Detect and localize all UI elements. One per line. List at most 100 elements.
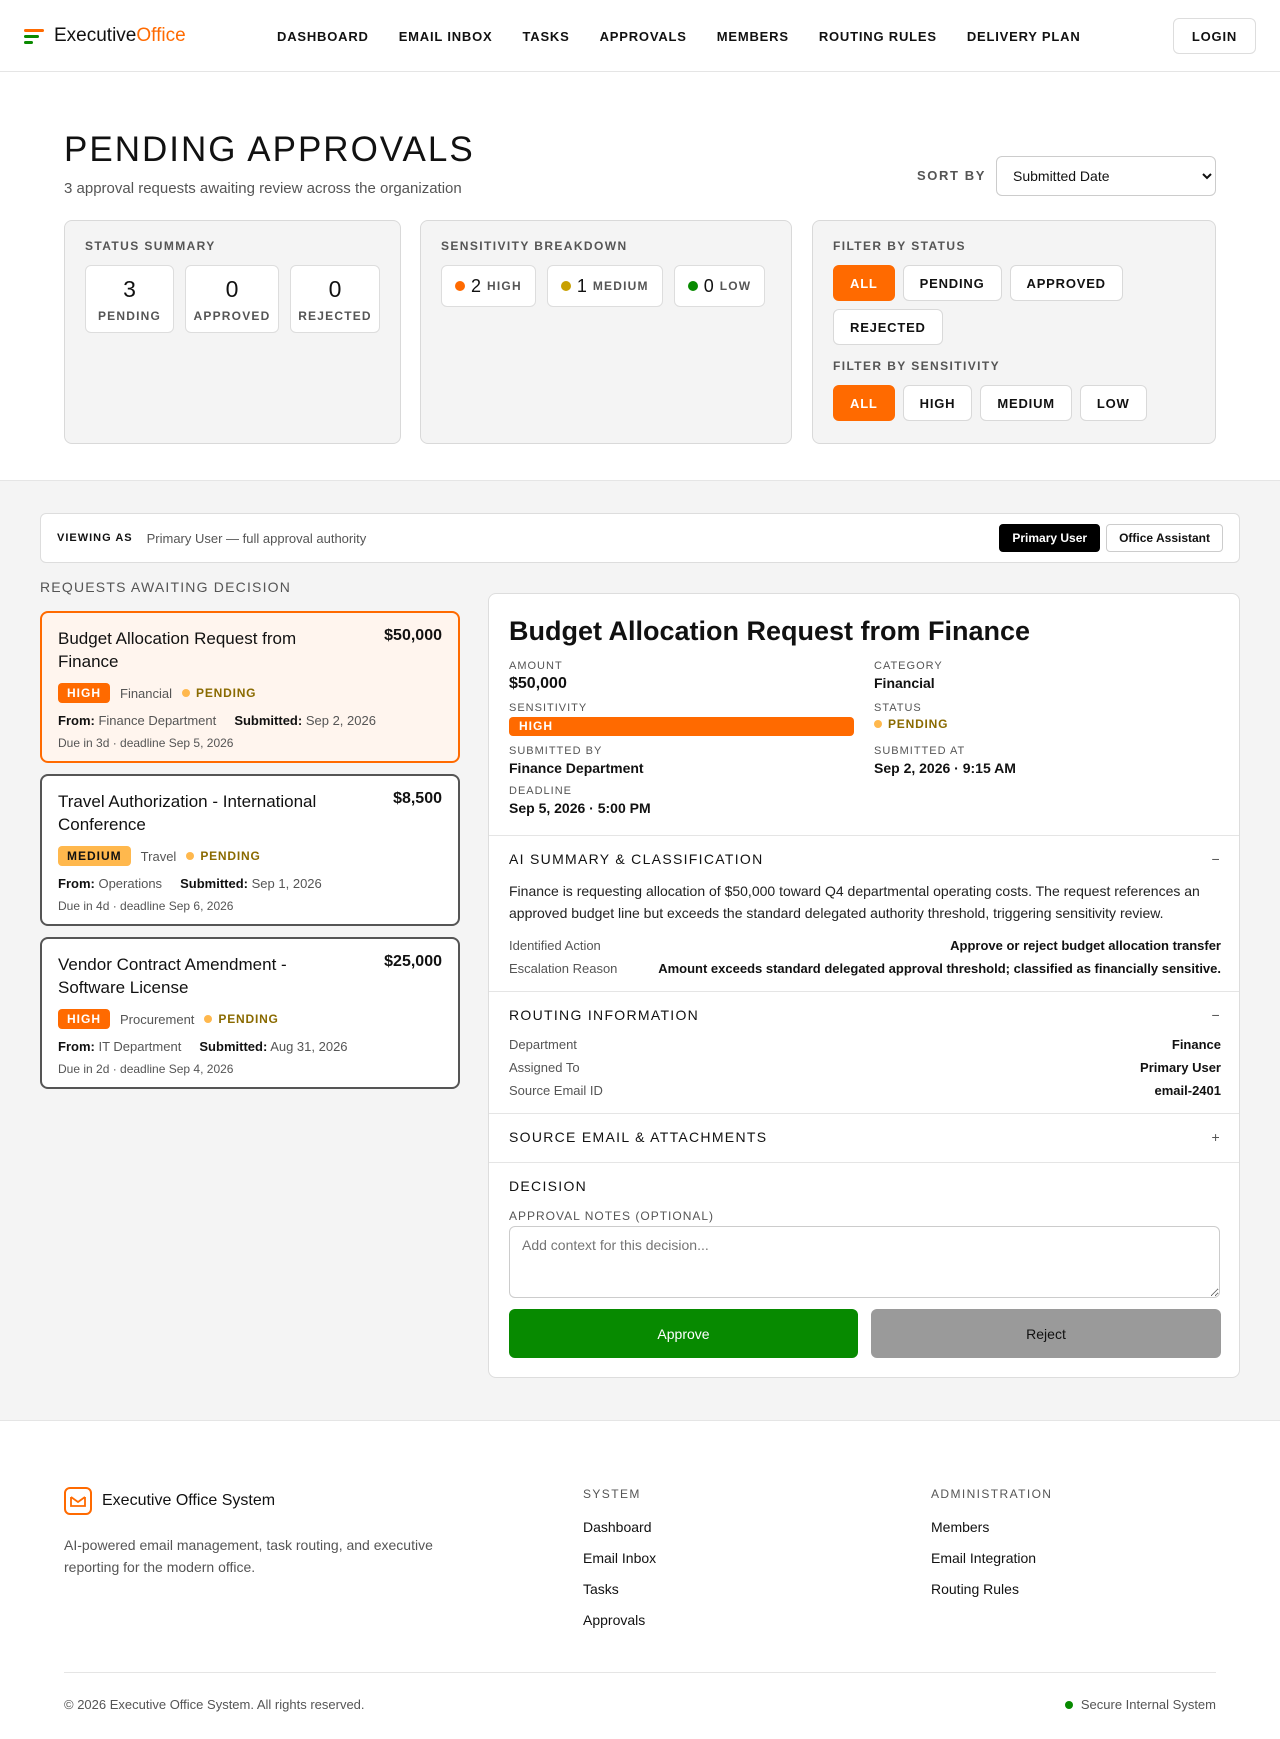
request-title: Budget Allocation Request from Finance [58,629,297,671]
filter-status-approved[interactable]: APPROVED [1009,265,1123,301]
sort-label: SORT BY [917,168,986,183]
stat-rejected: 0 REJECTED [290,265,380,333]
filter-status-title: FILTER BY STATUS [833,239,966,253]
status-badge: PENDING [874,717,948,731]
sort-select[interactable]: Submitted Date [996,156,1216,196]
request-detail-panel: Budget Allocation Request from Finance A… [488,593,1240,1378]
nav-routing-rules[interactable]: ROUTING RULES [819,29,937,44]
detail-category: CATEGORY Financial [874,660,943,691]
request-meta: From: IT Department Submitted: Aug 31, 2… [58,1039,348,1054]
identified-action-row: Identified Action Approve or reject budge… [509,938,1221,953]
sensitivity-low-label: LOW [719,279,752,293]
role-primary-user-button[interactable]: Primary User [999,524,1101,552]
stat-pending-count: 3 [123,275,136,302]
request-amount: $50,000 [384,627,442,644]
sensitivity-breakdown-card: SENSITIVITY BREAKDOWN 2 HIGH 1 MEDIUM 0 … [420,220,792,444]
requests-list-title: REQUESTS AWAITING DECISION [40,579,292,595]
routing-email-row: Source Email ID email-2401 [509,1083,1221,1098]
source-email-section-toggle[interactable]: SOURCE EMAIL & ATTACHMENTS + [509,1129,1221,1145]
filter-sensitivity-all[interactable]: ALL [833,385,895,421]
low-dot-icon [687,281,698,291]
filter-status-pending[interactable]: PENDING [902,265,1002,301]
filter-status-all[interactable]: ALL [833,265,895,301]
reject-button[interactable]: Reject [871,1309,1221,1358]
approvals-workspace: VIEWING AS Primary User — full approval … [0,481,1280,1421]
footer-link-members[interactable]: Members [931,1519,1052,1535]
sensitivity-high: 2 HIGH [441,265,536,307]
request-category: Travel [140,848,177,864]
request-amount: $25,000 [384,953,442,970]
routing-section-toggle[interactable]: ROUTING INFORMATION − [509,1007,1221,1023]
collapse-icon[interactable]: − [1212,851,1221,867]
brand-name: ExecutiveOffice [54,24,186,46]
stat-approved-count: 0 [225,275,239,302]
request-meta: From: Finance Department Submitted: Sep … [58,713,376,728]
nav-dashboard[interactable]: DASHBOARD [277,29,369,44]
footer-link-routing-rules[interactable]: Routing Rules [931,1581,1052,1597]
footer-link-email-inbox[interactable]: Email Inbox [583,1550,656,1566]
sensitivity-low: 0 LOW [673,265,766,307]
footer-link-dashboard[interactable]: Dashboard [583,1519,656,1535]
status-summary-card: STATUS SUMMARY 3 PENDING 0 APPROVED 0 RE… [64,220,401,444]
request-meta: From: Operations Submitted: Sep 1, 2026 [58,876,322,891]
menu-lines-icon [24,28,44,44]
nav-email-inbox[interactable]: EMAIL INBOX [399,29,493,44]
brand-logo[interactable]: ExecutiveOffice [24,25,186,47]
detail-title: Budget Allocation Request from Finance [509,616,1031,646]
ai-summary-section-toggle[interactable]: AI SUMMARY & CLASSIFICATION − [509,851,1221,867]
nav-approvals[interactable]: APPROVALS [600,29,687,44]
status-dot-icon [204,1015,213,1023]
high-dot-icon [455,281,465,291]
footer-admin-links: ADMINISTRATION Members Email Integration… [931,1487,1052,1612]
footer-copyright: © 2026 Executive Office System. All righ… [64,1697,365,1712]
detail-status: STATUS PENDING [874,702,949,731]
status-dot-icon [1064,1700,1073,1709]
expand-icon[interactable]: + [1212,1129,1221,1145]
request-card[interactable]: Budget Allocation Request from Finance $… [40,611,460,763]
sensitivity-high-label: HIGH [487,279,522,293]
request-card[interactable]: Travel Authorization - International Con… [40,774,460,926]
request-due: Due in 2d · deadline Sep 4, 2026 [58,1062,234,1076]
footer-system-title: SYSTEM [583,1487,641,1501]
page-title: PENDING APPROVALS [64,130,475,169]
request-amount: $8,500 [393,790,442,807]
nav-tasks[interactable]: TASKS [523,29,570,44]
sensitivity-badge: HIGH [58,1009,110,1029]
viewing-as-bar: VIEWING AS Primary User — full approval … [40,513,1240,563]
role-office-assistant-button[interactable]: Office Assistant [1106,524,1223,552]
footer-link-email-integration[interactable]: Email Integration [931,1550,1052,1566]
request-card[interactable]: Vendor Contract Amendment - Software Lic… [40,937,460,1089]
status-dot-icon [874,720,882,728]
divider [489,1113,1239,1114]
viewing-as-description: Primary User — full approval authority [146,530,367,546]
divider [489,835,1239,836]
footer-description: AI-powered email management, task routin… [64,1537,433,1575]
request-title: Travel Authorization - International Con… [58,792,317,834]
detail-amount: AMOUNT $50,000 [509,660,567,692]
sensitivity-medium-label: MEDIUM [592,279,649,293]
filter-sensitivity-high[interactable]: HIGH [902,385,973,421]
medium-dot-icon [560,281,571,291]
filter-sensitivity-low[interactable]: LOW [1079,385,1147,421]
approval-notes-input[interactable] [509,1226,1220,1298]
login-button[interactable]: LOGIN [1173,18,1256,54]
divider [489,991,1239,992]
footer-link-approvals[interactable]: Approvals [583,1612,656,1628]
sensitivity-low-count: 0 [703,275,714,296]
detail-submitted-by: SUBMITTED BY Finance Department [509,745,644,776]
routing-department-row: Department Finance [509,1037,1221,1052]
stat-rejected-count: 0 [328,275,342,302]
filter-status-rejected[interactable]: REJECTED [833,309,943,345]
nav-members[interactable]: MEMBERS [717,29,789,44]
footer-divider [64,1672,1216,1673]
approve-button[interactable]: Approve [509,1309,858,1358]
request-category: Procurement [120,1011,195,1027]
collapse-icon[interactable]: − [1212,1007,1221,1023]
detail-deadline: DEADLINE Sep 5, 2026 · 5:00 PM [509,785,651,816]
stat-approved-label: APPROVED [193,308,271,323]
filter-sensitivity-medium[interactable]: MEDIUM [980,385,1072,421]
nav-delivery-plan[interactable]: DELIVERY PLAN [967,29,1081,44]
footer-link-tasks[interactable]: Tasks [583,1581,656,1597]
request-due: Due in 3d · deadline Sep 5, 2026 [58,736,234,750]
request-category: Financial [120,685,173,701]
